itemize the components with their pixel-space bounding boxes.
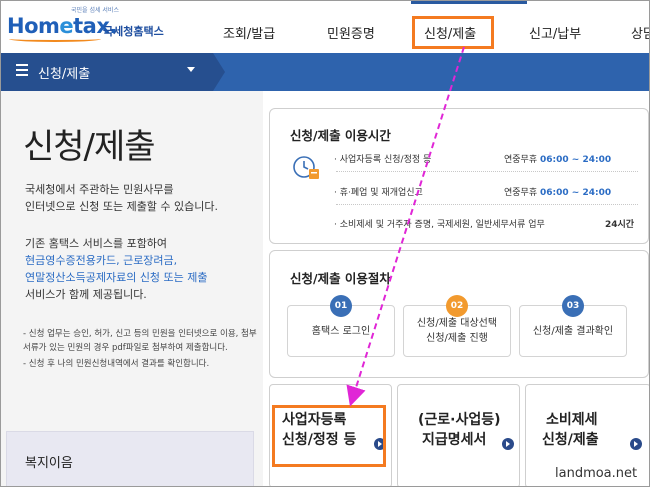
note-item: - 신청 업무는 승인, 허가, 신고 등의 민원을 인터넷으로 이용, 첨부서… <box>23 329 257 353</box>
menu-title: 신청/제출 <box>38 67 91 82</box>
top-accent-strip <box>411 1 527 4</box>
arrow-right-icon <box>630 438 642 450</box>
divider <box>336 171 638 172</box>
step-number-badge: 02 <box>446 295 468 317</box>
nav-item-filing[interactable]: 신고/납부 <box>529 23 581 42</box>
hamburger-icon[interactable] <box>16 64 28 76</box>
menu-dropdown[interactable]: 신청/제출 <box>1 53 225 91</box>
welfare-label: 복지이음 <box>25 456 73 471</box>
intro-text: 국세청에서 주관하는 민원사무를 인터넷으로 신청 또는 제출할 수 있습니다. <box>25 183 219 213</box>
logo-wordmark: Hometax. <box>7 14 117 38</box>
nav-highlight-box <box>412 16 494 49</box>
page-title: 신청/제출 <box>23 127 156 167</box>
hours-box: 신청/제출 이용시간 · 사업자등록 신청/정정 등 연중무휴 06:00 ~ … <box>269 108 649 244</box>
watermark: landmoa.net <box>555 466 638 481</box>
intro-services: 기존 홈택스 서비스를 포함하여 현금영수증전용카드, 근로장려금, 연말정산소… <box>25 235 261 303</box>
nav-item-inquiry[interactable]: 조회/발급 <box>223 23 275 42</box>
left-panel: 신청/제출 국세청에서 주관하는 민원사무를 인터넷으로 신청 또는 제출할 수… <box>1 91 263 486</box>
hometax-logo[interactable]: 국민을 섬세 서비스 Hometax. 국세청홈택스 <box>7 5 177 49</box>
step-number-badge: 03 <box>562 295 584 317</box>
service-link-2[interactable]: 연말정산소득공제자료의 신청 또는 제출 <box>25 269 261 286</box>
nav-item-consult[interactable]: 상담 <box>631 23 649 42</box>
divider <box>336 204 638 205</box>
note-item: - 신청 후 나의 민원신청내역에서 결과를 확인합니다. <box>23 359 210 369</box>
caret-down-icon[interactable] <box>187 67 195 72</box>
page-frame: 국민을 섬세 서비스 Hometax. 국세청홈택스 조회/발급 민원증명 신청… <box>0 0 650 487</box>
step-number-badge: 01 <box>330 295 352 317</box>
welfare-banner[interactable]: 복지이음 <box>6 431 254 486</box>
header: 국민을 섬세 서비스 Hometax. 국세청홈택스 조회/발급 민원증명 신청… <box>1 1 649 53</box>
service-link-1[interactable]: 현금영수증전용카드, 근로장려금, <box>25 252 261 269</box>
logo-swoosh <box>9 36 101 42</box>
hours-title: 신청/제출 이용시간 <box>290 128 391 143</box>
logo-tagline: 국민을 섬세 서비스 <box>71 7 119 14</box>
steps-box: 신청/제출 이용절차 홈택스 로그인 신청/제출 대상선택 신청/제출 진행 신… <box>269 250 649 378</box>
logo-korean-name: 국세청홈택스 <box>103 25 164 38</box>
notes: - 신청 업무는 승인, 허가, 신고 등의 민원을 인터넷으로 이용, 첨부서… <box>23 327 261 373</box>
arrow-right-icon <box>502 438 514 450</box>
card-highlight-box <box>272 405 386 467</box>
card-payment-statement[interactable]: (근로·사업등) 지급명세서 <box>397 384 520 486</box>
nav-item-certificate[interactable]: 민원증명 <box>327 23 375 42</box>
clock-calendar-icon <box>293 156 319 179</box>
steps-title: 신청/제출 이용절차 <box>290 271 391 286</box>
